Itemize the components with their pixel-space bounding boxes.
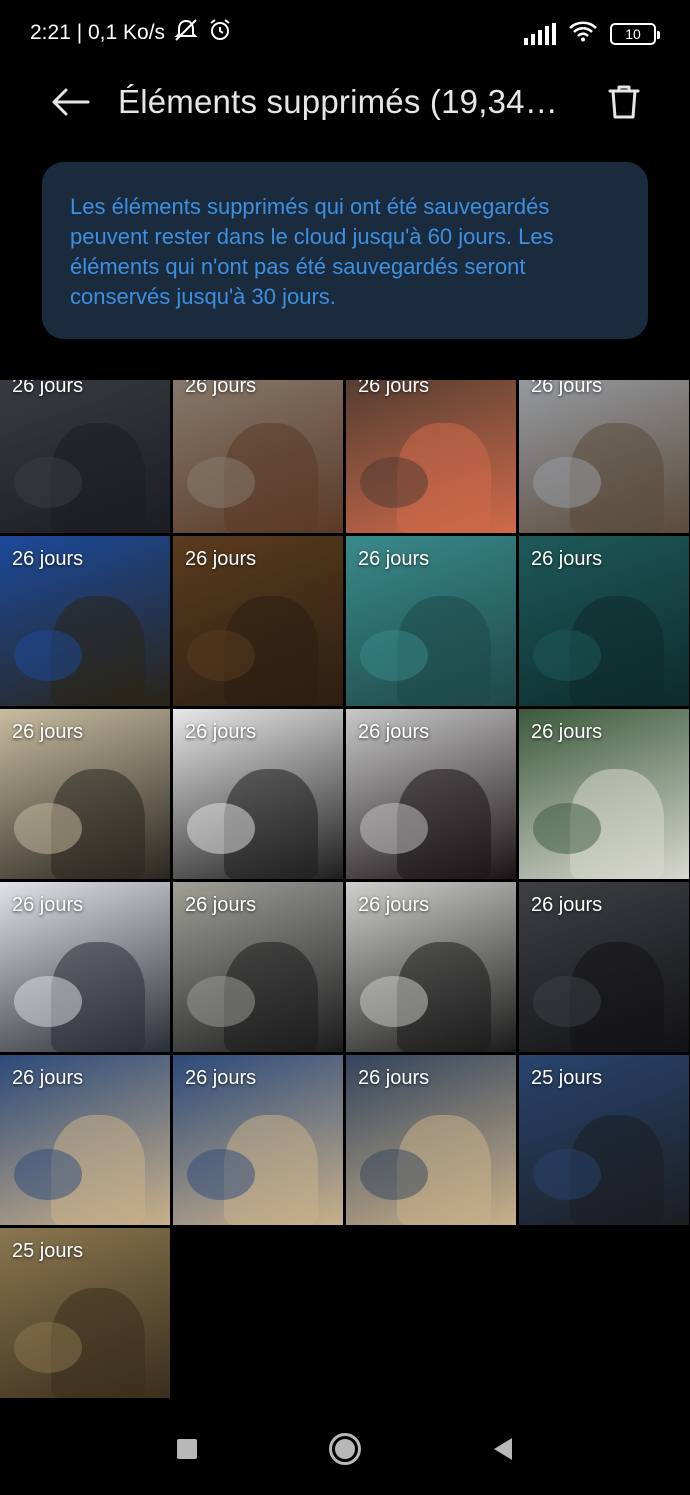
trash-button[interactable] <box>600 78 648 126</box>
deleted-item-thumbnail[interactable]: 26 jours <box>519 709 689 879</box>
mute-icon <box>173 18 199 48</box>
navigation-bar <box>0 1402 690 1495</box>
thumbnail-highlight <box>359 975 428 1027</box>
thumbnail-highlight <box>532 456 601 508</box>
page-title: Éléments supprimés (19,34… <box>118 83 558 120</box>
deleted-item-thumbnail[interactable]: 26 jours <box>346 709 516 879</box>
deleted-item-thumbnail[interactable]: 26 jours <box>173 536 343 706</box>
thumbnail-highlight <box>359 629 428 681</box>
back-arrow-icon <box>52 88 90 116</box>
thumbnail-highlight <box>186 975 255 1027</box>
days-remaining-label: 26 jours <box>12 721 84 743</box>
info-card: Les éléments supprimés qui ont été sauve… <box>42 162 648 339</box>
battery-icon: 10 <box>610 22 660 45</box>
days-remaining-label: 26 jours <box>531 380 603 397</box>
deleted-item-thumbnail[interactable]: 26 jours <box>519 380 689 533</box>
deleted-item-thumbnail[interactable]: 26 jours <box>0 380 170 533</box>
status-right: 10 <box>524 20 660 47</box>
thumbnail-highlight <box>186 1148 255 1200</box>
thumbnail-highlight <box>359 802 428 854</box>
battery-level: 10 <box>625 25 641 42</box>
days-remaining-label: 26 jours <box>358 721 430 743</box>
recents-square-icon <box>177 1439 197 1459</box>
deleted-item-thumbnail[interactable]: 26 jours <box>173 1055 343 1225</box>
days-remaining-label: 26 jours <box>531 721 603 743</box>
deleted-items-grid[interactable]: 26 jours 26 jours 26 jours 26 jours 26 jours… <box>0 380 690 1402</box>
days-remaining-label: 26 jours <box>358 894 430 916</box>
deleted-item-thumbnail[interactable]: 26 jours <box>519 882 689 1052</box>
deleted-item-thumbnail[interactable]: 26 jours <box>346 882 516 1052</box>
thumbnail-highlight <box>532 629 601 681</box>
recents-button[interactable] <box>170 1432 204 1466</box>
thumbnail-highlight <box>13 629 82 681</box>
back-button[interactable] <box>46 78 94 126</box>
deleted-item-thumbnail[interactable]: 26 jours <box>173 380 343 533</box>
app-header: Éléments supprimés (19,34… <box>0 64 690 142</box>
home-button[interactable] <box>328 1432 362 1466</box>
days-remaining-label: 26 jours <box>185 548 257 570</box>
deleted-item-thumbnail[interactable]: 26 jours <box>519 536 689 706</box>
days-remaining-label: 26 jours <box>531 548 603 570</box>
wifi-icon <box>568 20 598 47</box>
deleted-item-thumbnail[interactable]: 26 jours <box>0 1055 170 1225</box>
days-remaining-label: 26 jours <box>358 548 430 570</box>
days-remaining-label: 26 jours <box>12 380 84 397</box>
thumbnail-highlight <box>532 802 601 854</box>
deleted-item-thumbnail[interactable]: 26 jours <box>0 709 170 879</box>
days-remaining-label: 26 jours <box>531 894 603 916</box>
deleted-item-thumbnail[interactable]: 26 jours <box>173 882 343 1052</box>
days-remaining-label: 26 jours <box>358 380 430 397</box>
deleted-item-thumbnail[interactable]: 26 jours <box>173 709 343 879</box>
thumbnail-highlight <box>13 456 82 508</box>
thumbnail-highlight <box>13 802 82 854</box>
deleted-item-thumbnail[interactable]: 25 jours <box>0 1228 170 1398</box>
thumbnail-highlight <box>186 456 255 508</box>
signal-icon <box>524 22 556 45</box>
thumbnail-highlight <box>359 456 428 508</box>
alarm-icon <box>207 18 233 48</box>
days-remaining-label: 26 jours <box>12 548 84 570</box>
status-time-speed: 2:21 | 0,1 Ko/s <box>30 21 166 44</box>
thumbnail-highlight <box>186 629 255 681</box>
deleted-item-thumbnail[interactable]: 25 jours <box>519 1055 689 1225</box>
deleted-item-thumbnail[interactable]: 26 jours <box>346 1055 516 1225</box>
status-left: 2:21 | 0,1 Ko/s <box>30 18 233 48</box>
deleted-item-thumbnail[interactable]: 26 jours <box>0 882 170 1052</box>
thumbnail-highlight <box>13 1321 82 1373</box>
thumbnail-highlight <box>13 975 82 1027</box>
info-text: Les éléments supprimés qui ont été sauve… <box>70 194 554 309</box>
days-remaining-label: 26 jours <box>358 1067 430 1089</box>
days-remaining-label: 25 jours <box>12 1240 84 1262</box>
days-remaining-label: 26 jours <box>185 721 257 743</box>
thumbnail-highlight <box>13 1148 82 1200</box>
days-remaining-label: 26 jours <box>185 894 257 916</box>
days-remaining-label: 26 jours <box>185 1067 257 1089</box>
thumbnail-highlight <box>532 975 601 1027</box>
back-triangle-icon <box>494 1438 512 1460</box>
thumbnail-highlight <box>359 1148 428 1200</box>
deleted-item-thumbnail[interactable]: 26 jours <box>346 536 516 706</box>
deleted-item-thumbnail[interactable]: 26 jours <box>346 380 516 533</box>
deleted-item-thumbnail[interactable]: 26 jours <box>0 536 170 706</box>
days-remaining-label: 25 jours <box>531 1067 603 1089</box>
days-remaining-label: 26 jours <box>12 894 84 916</box>
days-remaining-label: 26 jours <box>12 1067 84 1089</box>
status-bar: 2:21 | 0,1 Ko/s 10 <box>0 0 690 64</box>
thumbnail-highlight <box>186 802 255 854</box>
thumbnail-highlight <box>532 1148 601 1200</box>
trash-icon <box>608 85 640 119</box>
days-remaining-label: 26 jours <box>185 380 257 397</box>
home-circle-icon <box>329 1433 361 1465</box>
back-nav-button[interactable] <box>486 1432 520 1466</box>
